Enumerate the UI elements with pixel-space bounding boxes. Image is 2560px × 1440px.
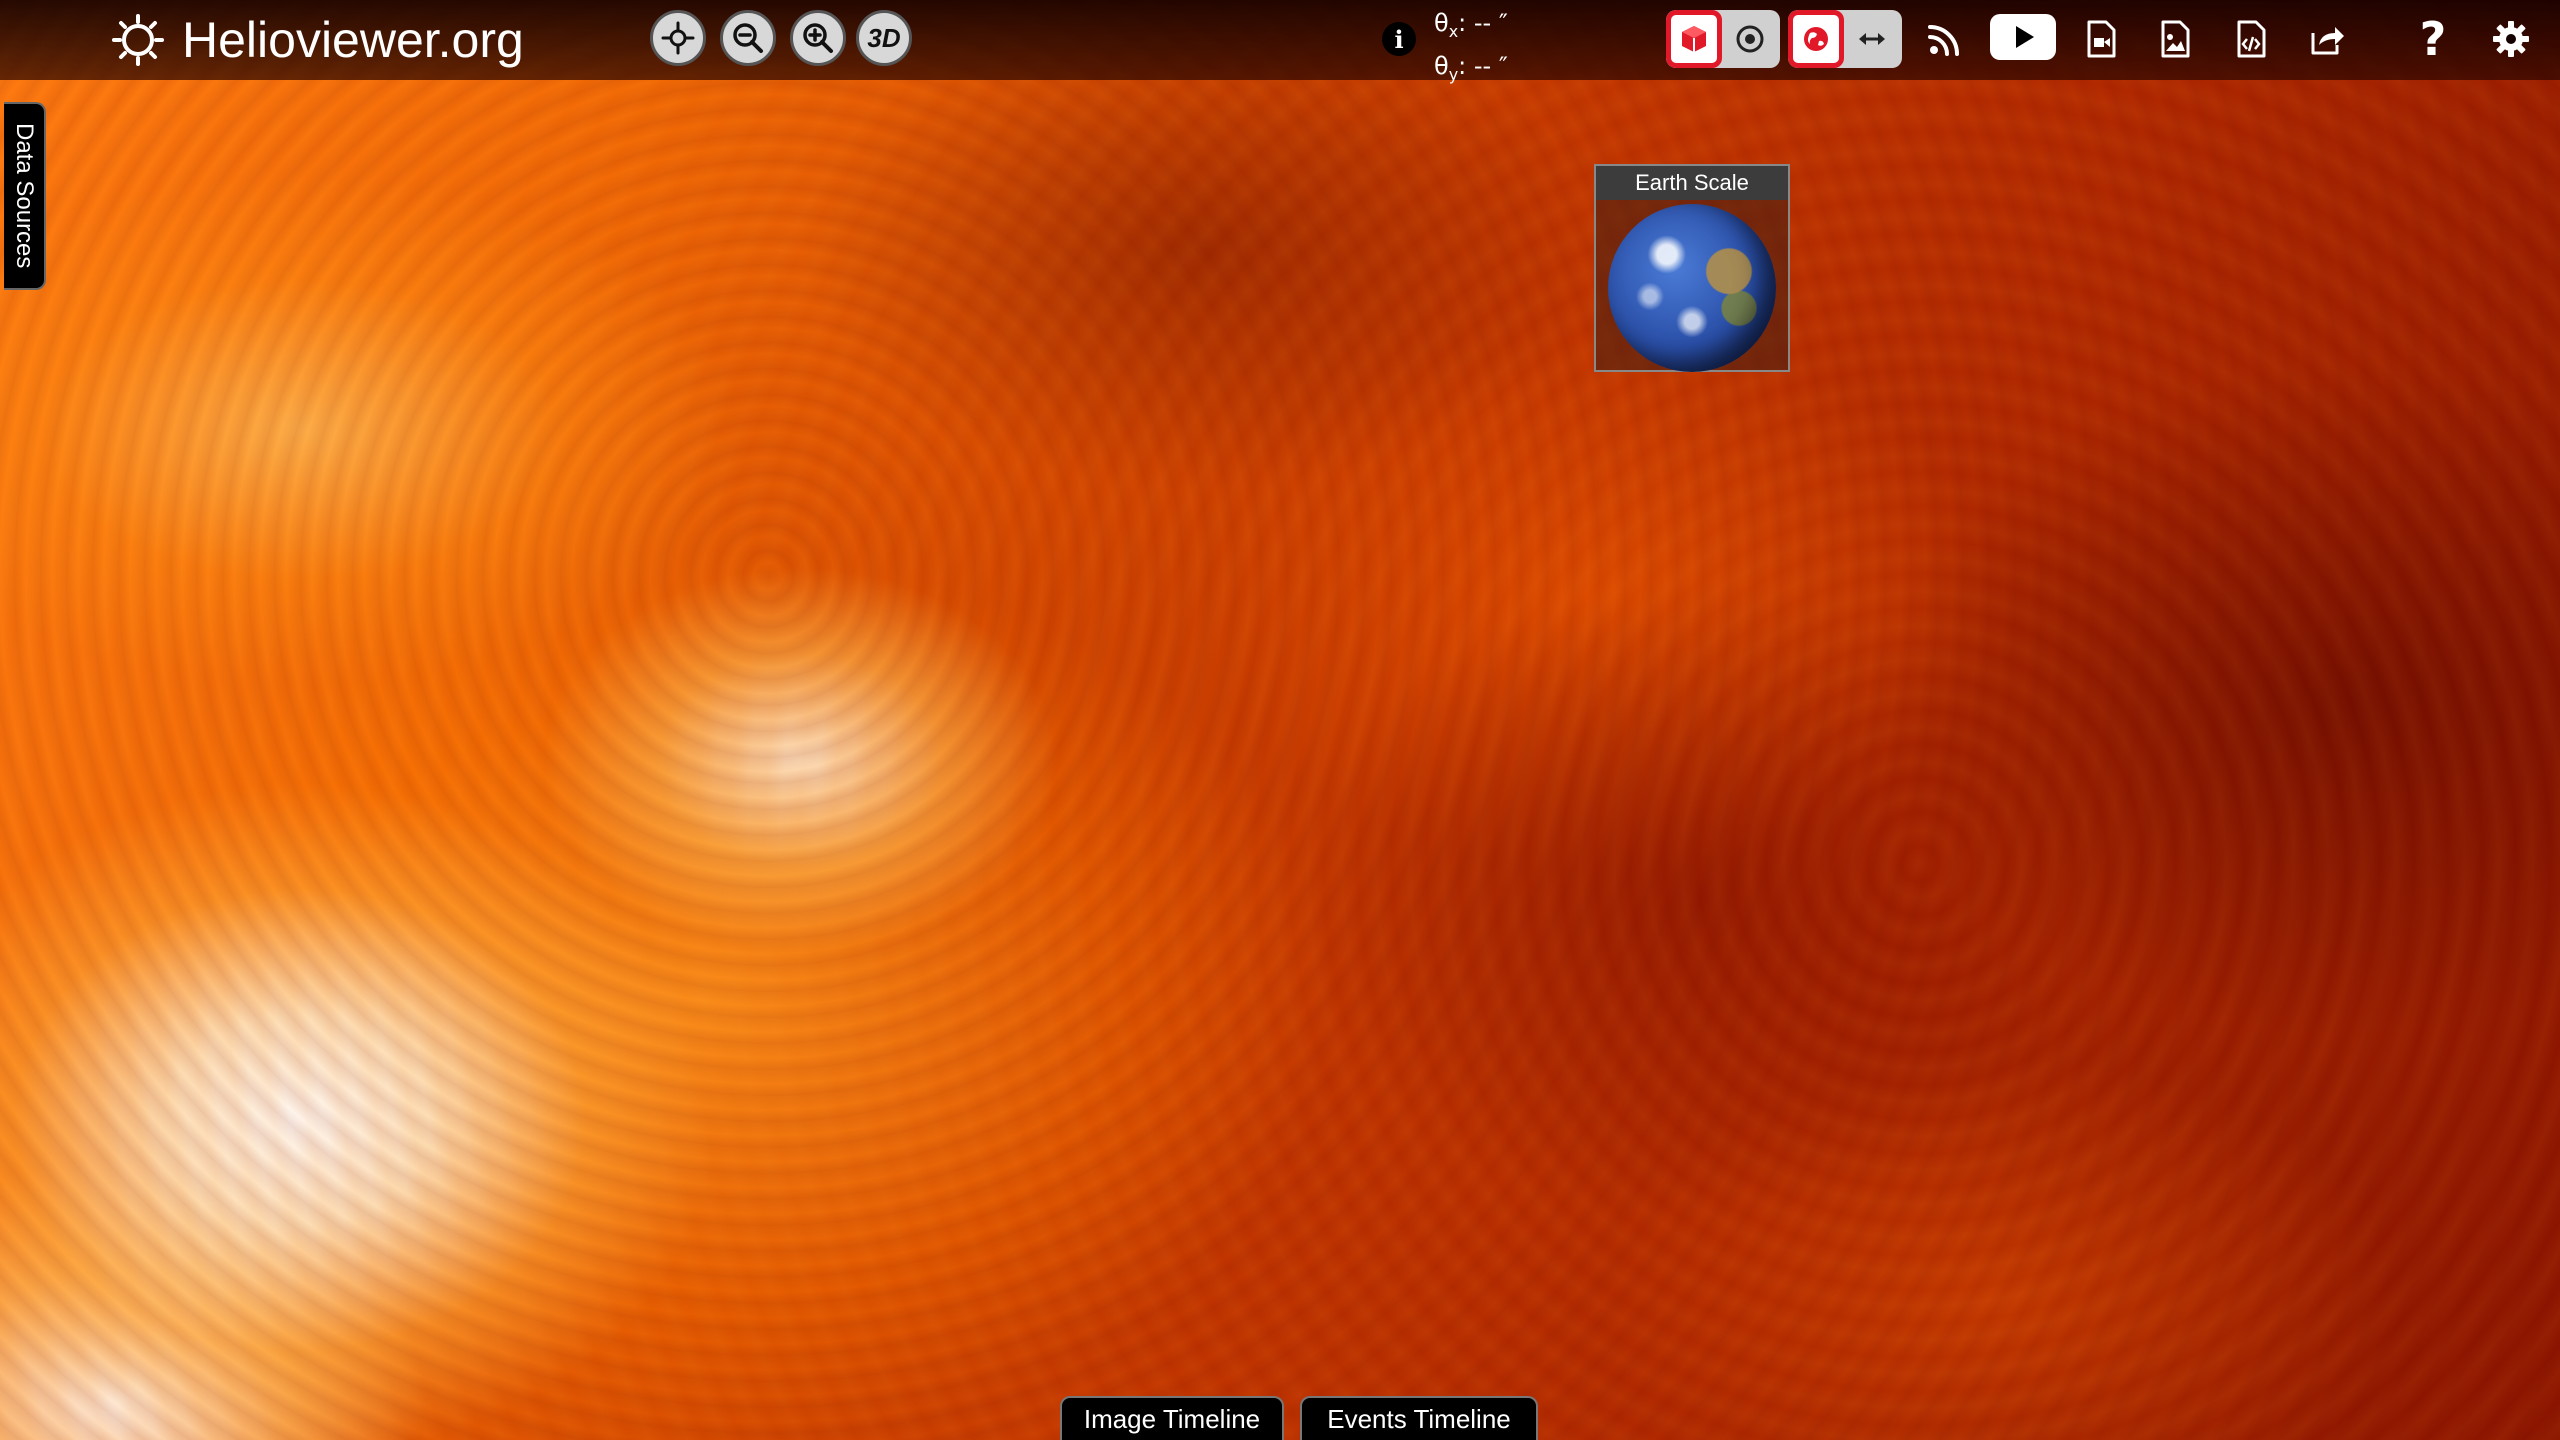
embed-code-button[interactable] — [2224, 12, 2278, 66]
view-mode-toggle — [1666, 10, 1780, 68]
horizontal-arrows-icon — [1859, 33, 1885, 45]
zoom-out-button[interactable] — [720, 10, 776, 66]
help-button[interactable]: ? — [2406, 12, 2460, 66]
target-view-option[interactable] — [1722, 10, 1778, 68]
settings-button[interactable] — [2484, 12, 2538, 66]
play-icon — [2016, 26, 2034, 48]
create-movie-button[interactable] — [2074, 12, 2128, 66]
image-file-icon — [2161, 20, 2190, 58]
earth-scale-title: Earth Scale — [1596, 166, 1788, 200]
zoom-out-icon — [733, 23, 763, 53]
zoom-in-icon — [803, 23, 833, 53]
3d-view-button[interactable]: 3D — [856, 10, 912, 66]
cube-icon — [1682, 26, 1706, 52]
scale-bar-option[interactable] — [1844, 10, 1900, 68]
data-sources-tab[interactable]: Data Sources — [4, 102, 46, 290]
crosshair-move-icon — [661, 21, 695, 55]
sun-logo-icon — [112, 14, 164, 66]
share-icon — [2311, 27, 2344, 55]
code-file-icon — [2237, 20, 2266, 58]
image-timeline-tab[interactable]: Image Timeline — [1060, 1396, 1284, 1440]
screenshot-button[interactable] — [2148, 12, 2202, 66]
gear-icon — [2493, 21, 2529, 57]
mouse-coordinates: θx: -- ″ θy: -- ″ — [1434, 6, 1508, 92]
zoom-in-button[interactable] — [790, 10, 846, 66]
center-view-button[interactable] — [650, 10, 706, 66]
circle-target-icon — [1736, 25, 1764, 53]
brand-title: Helioviewer.org — [182, 12, 524, 68]
rss-icon — [1928, 25, 1959, 56]
movie-file-icon — [2087, 20, 2116, 58]
info-icon[interactable]: i — [1382, 22, 1416, 56]
globe-icon — [1804, 27, 1828, 51]
data-sources-label: Data Sources — [11, 123, 38, 269]
help-icon: ? — [2419, 12, 2447, 66]
cube-view-option[interactable] — [1666, 10, 1722, 68]
3d-label: 3D — [867, 22, 901, 53]
earth-scale-indicator[interactable]: Earth Scale — [1594, 164, 1790, 372]
brand[interactable]: Helioviewer.org — [110, 6, 524, 74]
events-timeline-label: Events Timeline — [1327, 1403, 1511, 1434]
youtube-movies-button[interactable] — [1990, 14, 2056, 60]
theta-y-readout: θy: -- ″ — [1434, 51, 1508, 84]
top-toolbar: Helioviewer.org 3D i θx: -- ″ θy: -- ″ ? — [0, 0, 2560, 84]
theta-x-readout: θx: -- ″ — [1434, 9, 1508, 41]
earth-globe-image — [1608, 204, 1776, 372]
solar-image-viewport[interactable] — [0, 0, 2560, 1440]
image-timeline-label: Image Timeline — [1083, 1403, 1261, 1434]
rss-feed-button[interactable] — [1918, 12, 1972, 66]
events-timeline-tab[interactable]: Events Timeline — [1300, 1396, 1538, 1440]
earth-scale-option[interactable] — [1788, 10, 1844, 68]
share-button[interactable] — [2300, 12, 2354, 66]
scale-indicator-toggle — [1788, 10, 1902, 68]
